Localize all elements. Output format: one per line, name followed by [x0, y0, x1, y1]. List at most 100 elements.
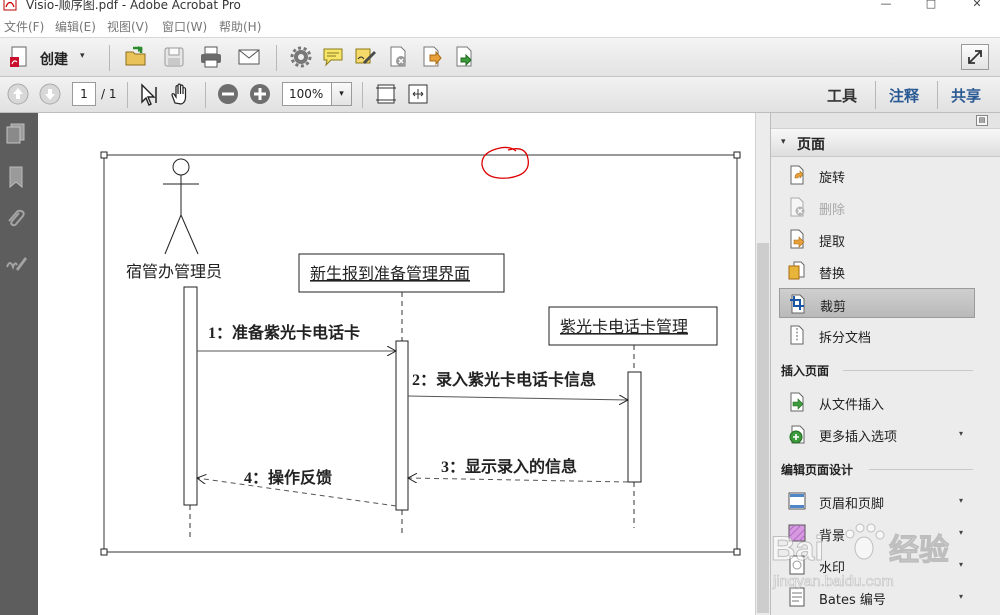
toolbar-divider: [362, 82, 363, 108]
minimize-button[interactable]: —: [876, 0, 896, 10]
page-count: / 1: [101, 87, 117, 101]
zoom-in-icon[interactable]: [248, 82, 272, 106]
attachment-icon[interactable]: [4, 207, 28, 231]
diagram-frame: [103, 154, 738, 553]
fit-width-icon[interactable]: [406, 82, 430, 106]
tool-bates-numbering[interactable]: Bates 编号 ▾: [779, 582, 975, 612]
tool-split-document[interactable]: 拆分文档: [779, 320, 975, 350]
menu-edit[interactable]: 编辑(E): [55, 18, 96, 35]
chevron-down-icon: ▾: [959, 592, 964, 601]
tool-bates-numbering-label: Bates 编号: [819, 593, 886, 608]
message-label-2: 2：录入紫光卡电话卡信息: [412, 370, 596, 389]
menu-bar: 文件(F) 编辑(E) 视图(V) 窗口(W) 帮助(H): [0, 14, 1000, 38]
main-toolbar: 创建 ▾: [0, 38, 1000, 77]
previous-page-icon[interactable]: [6, 82, 30, 106]
document-viewport[interactable]: 宿管办管理员 新生报到准备管理界面 紫光卡电话卡管理 1：准备紫光卡电话卡 2：…: [38, 113, 770, 615]
tool-replace[interactable]: 替换: [779, 256, 975, 286]
zoom-out-icon[interactable]: [216, 82, 240, 106]
title-bar: Visio-顺序图.pdf - Adobe Acrobat Pro — □ ✕: [0, 0, 1000, 14]
tool-background[interactable]: 背景 ▾: [779, 518, 975, 548]
hand-tool-icon[interactable]: [168, 82, 192, 106]
section-divider: [869, 469, 973, 470]
navigation-toolbar: 1 / 1 100% ▾ 工具 注释 共享: [0, 77, 1000, 113]
replace-page-icon: [788, 261, 805, 280]
message-label-1: 1：准备紫光卡电话卡: [208, 323, 360, 342]
create-pdf-icon: [10, 46, 27, 67]
close-button[interactable]: ✕: [967, 0, 987, 10]
save-icon[interactable]: [162, 45, 186, 69]
pages-section-header[interactable]: ▾ 页面: [771, 129, 1000, 157]
panel-top-strip: ▤: [771, 113, 1000, 129]
email-icon[interactable]: [237, 45, 261, 69]
insert-pages-heading: 插入页面: [781, 364, 830, 378]
toolbar-divider: [875, 81, 876, 109]
vertical-scrollbar[interactable]: [755, 113, 770, 615]
sequence-diagram: 宿管办管理员 新生报到准备管理界面 紫光卡电话卡管理 1：准备紫光卡电话卡 2：…: [100, 146, 741, 556]
menu-view[interactable]: 视图(V): [107, 18, 149, 35]
tool-more-insert-options[interactable]: 更多插入选项 ▾: [779, 419, 975, 449]
fullscreen-button[interactable]: [961, 44, 989, 70]
menu-window[interactable]: 窗口(W): [162, 18, 207, 35]
tool-extract[interactable]: 提取: [779, 224, 975, 254]
tool-replace-label: 替换: [819, 267, 846, 282]
chevron-down-icon: ▾: [781, 137, 786, 147]
rotate-page-icon: [790, 165, 804, 185]
tool-header-footer-label: 页眉和页脚: [819, 497, 885, 512]
tab-comment[interactable]: 注释: [889, 85, 919, 106]
edit-page-design-heading: 编辑页面设计: [781, 463, 854, 477]
menu-help[interactable]: 帮助(H): [219, 18, 261, 35]
tool-delete: 删除: [779, 192, 975, 222]
select-arrow-icon[interactable]: [137, 83, 161, 107]
tab-share[interactable]: 共享: [951, 85, 981, 106]
options-menu-icon: ▤: [978, 116, 986, 124]
more-insert-icon: [789, 425, 805, 444]
tool-extract-label: 提取: [819, 235, 846, 250]
delete-page-icon: [790, 197, 805, 217]
settings-gear-icon[interactable]: [289, 45, 313, 69]
next-page-icon[interactable]: [38, 82, 62, 106]
fit-page-icon[interactable]: [374, 82, 398, 106]
tool-watermark[interactable]: 水印 ▾: [779, 550, 975, 580]
page-number-input[interactable]: 1: [72, 82, 96, 106]
panel-options-button[interactable]: ▤: [976, 115, 988, 126]
sign-pen-icon[interactable]: [354, 45, 378, 69]
zoom-level-input[interactable]: 100%: [282, 82, 332, 106]
insert-page-icon[interactable]: [452, 45, 476, 69]
toolbar-divider: [127, 82, 128, 108]
menu-file[interactable]: 文件(F): [4, 18, 44, 35]
toolbar-divider: [109, 45, 110, 71]
tab-tools[interactable]: 工具: [827, 85, 857, 106]
tool-insert-from-file[interactable]: 从文件插入: [779, 387, 975, 417]
export-page-icon[interactable]: [419, 45, 443, 69]
print-icon[interactable]: [199, 45, 223, 69]
red-annotation-circle: [481, 146, 529, 179]
toolbar-divider: [276, 45, 277, 71]
tool-crop-label: 裁剪: [820, 300, 847, 315]
open-folder-icon[interactable]: [124, 45, 148, 69]
chevron-down-icon: ▾: [959, 429, 964, 438]
message-label-3: 3：显示录入的信息: [441, 457, 577, 476]
tool-insert-from-file-label: 从文件插入: [819, 398, 885, 413]
toolbar-divider: [205, 82, 206, 108]
actor-label: 宿管办管理员: [126, 263, 222, 281]
tool-header-footer[interactable]: 页眉和页脚 ▾: [779, 486, 975, 516]
zoom-dropdown-button[interactable]: ▾: [332, 82, 352, 106]
actor-figure: [163, 158, 199, 255]
maximize-button[interactable]: □: [921, 0, 941, 10]
message-arrow-2: [407, 396, 628, 400]
tool-split-document-label: 拆分文档: [819, 331, 872, 346]
section-divider: [843, 370, 973, 371]
tool-rotate[interactable]: 旋转: [779, 160, 975, 190]
create-button[interactable]: 创建 ▾: [4, 42, 96, 72]
scrollbar-thumb[interactable]: [757, 243, 769, 613]
toolbar-divider: [937, 81, 938, 109]
watermark-icon: [789, 555, 805, 575]
comment-bubble-icon[interactable]: [321, 45, 345, 69]
signature-icon[interactable]: [4, 251, 28, 275]
chevron-down-icon: ▾: [959, 560, 964, 569]
tool-crop[interactable]: 裁剪: [779, 288, 975, 318]
bookmark-icon[interactable]: [4, 165, 28, 189]
delete-page-icon[interactable]: [386, 45, 410, 69]
message-arrow-3: [408, 478, 629, 482]
page-thumbnails-icon[interactable]: [4, 121, 28, 145]
